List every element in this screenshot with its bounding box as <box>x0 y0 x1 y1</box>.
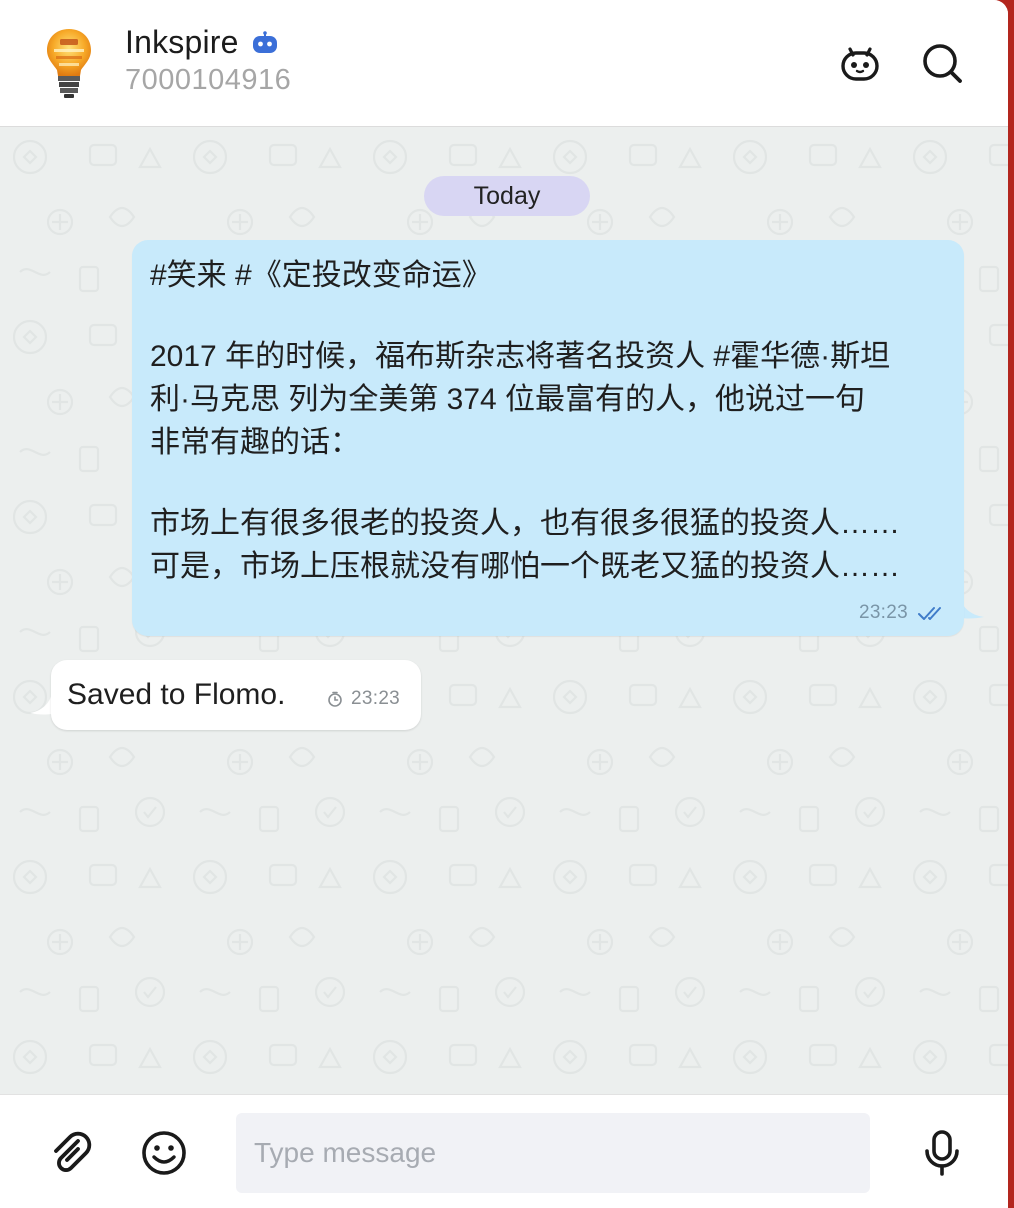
outgoing-message[interactable]: #笑来 #《定投改变命运》 2017 年的时候，福布斯杂志将著名投资人 #霍华德… <box>132 240 964 636</box>
chat-subtitle: 7000104916 <box>125 64 292 96</box>
chat-title-row: Inkspire <box>125 24 279 61</box>
message-line: 利·马克思 列为全美第 374 位最富有的人，他说过一句 <box>150 383 866 416</box>
message-line: 非常有趣的话： <box>150 426 360 459</box>
message-line: #笑来 #《定投改变命运》 <box>150 259 492 292</box>
search-icon[interactable] <box>920 41 964 85</box>
message-text: Saved to Flomo. <box>67 678 286 711</box>
lightbulb-ideas-avatar-icon <box>47 29 91 98</box>
bot-face-icon[interactable] <box>838 41 882 85</box>
message-line: 可是，市场上压根就没有哪怕一个既老又猛的投资人…… <box>150 550 900 583</box>
message-meta: 23:23 <box>859 602 946 624</box>
double-check-icon <box>918 607 941 620</box>
chat-title[interactable]: Inkspire <box>125 24 239 61</box>
date-separator: Today <box>424 176 590 216</box>
paperclip-icon[interactable] <box>48 1129 96 1177</box>
message-time: 23:23 <box>858 602 908 623</box>
message-line: 2017 年的时候，福布斯杂志将著名投资人 #霍华德·斯坦 <box>150 340 891 373</box>
message-time: 23:23 <box>351 688 401 709</box>
chat-header: Inkspire 7000104916 <box>0 0 1008 127</box>
chat-window: Inkspire 7000104916 Today #笑来 #《定投改变命运》 … <box>0 0 1008 1208</box>
chat-avatar[interactable] <box>44 26 94 100</box>
emoji-icon[interactable] <box>140 1129 188 1177</box>
incoming-message[interactable]: Saved to Flomo. 23:23 <box>51 660 421 730</box>
message-composer <box>0 1094 1008 1208</box>
message-list[interactable]: Today #笑来 #《定投改变命运》 2017 年的时候，福布斯杂志将著名投资… <box>0 127 1008 1094</box>
microphone-icon[interactable] <box>918 1129 966 1177</box>
bot-badge-icon <box>251 30 279 55</box>
clock-icon <box>328 691 342 707</box>
message-meta: 23:23 <box>327 688 400 710</box>
message-line: 市场上有很多很老的投资人，也有很多很猛的投资人…… <box>150 507 900 540</box>
message-input[interactable] <box>236 1113 870 1193</box>
